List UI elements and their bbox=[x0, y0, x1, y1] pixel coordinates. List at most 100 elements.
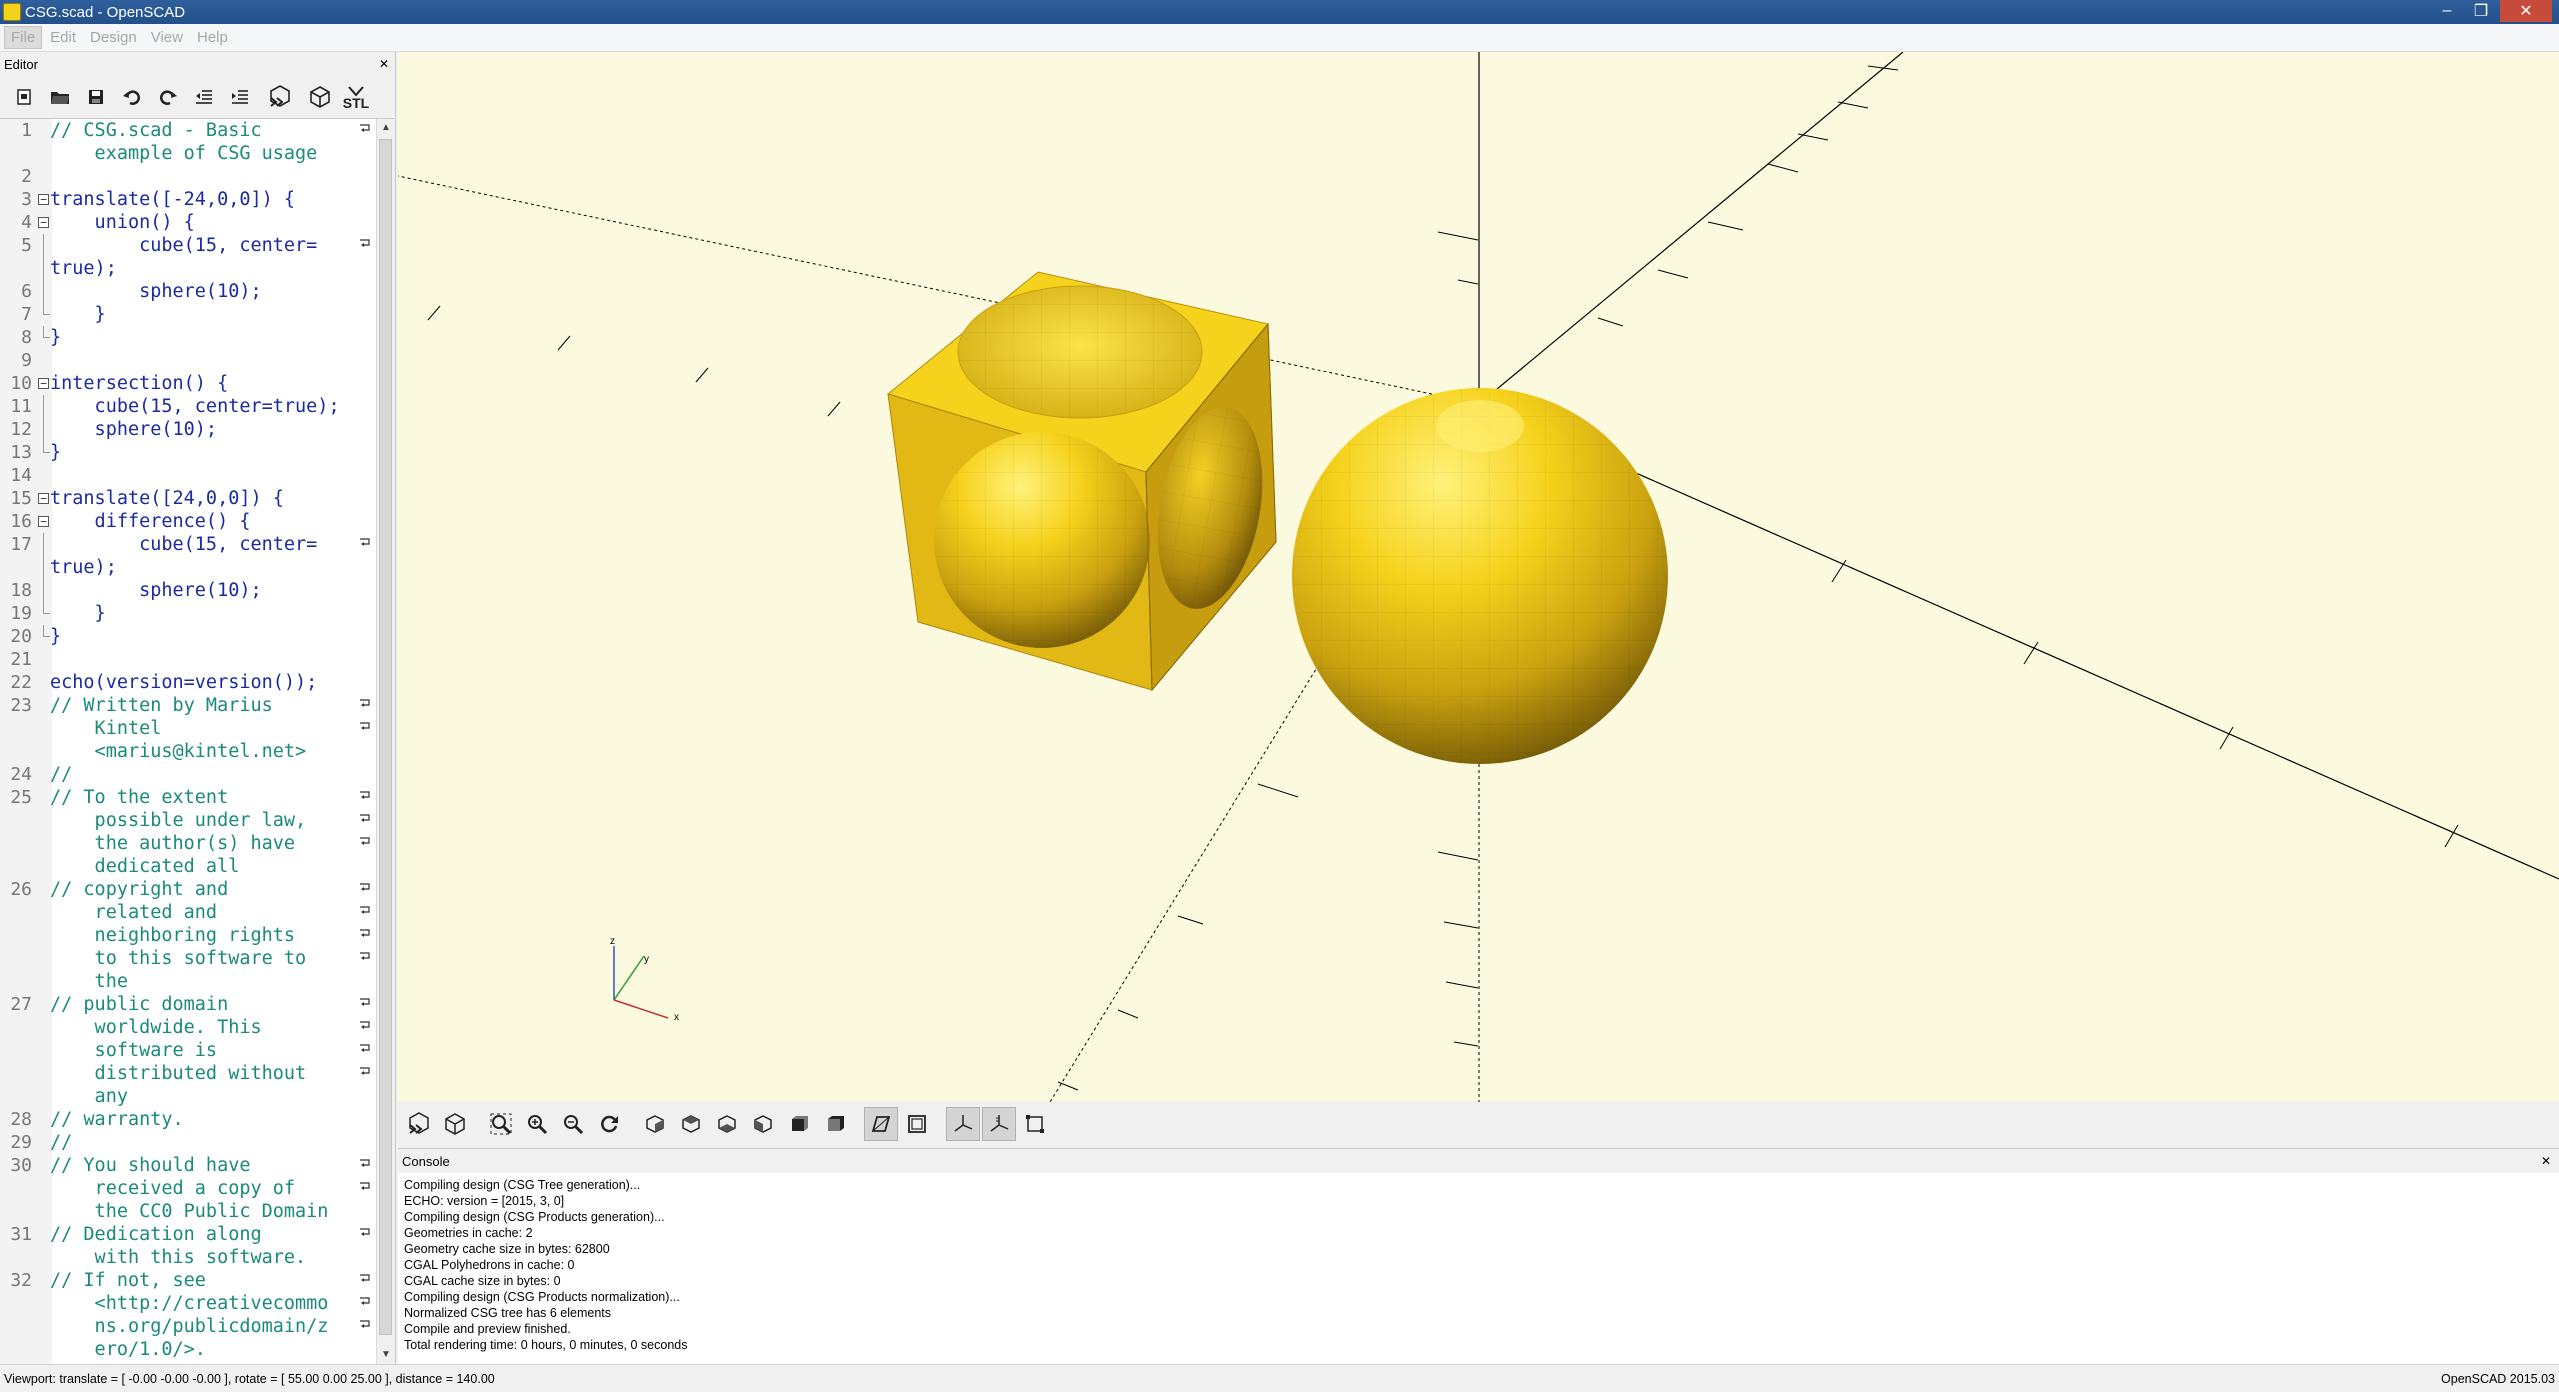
zoom-out-icon[interactable] bbox=[556, 1107, 590, 1141]
view-back-icon[interactable] bbox=[818, 1107, 852, 1141]
code-line[interactable]: received a copy of bbox=[0, 1177, 376, 1200]
code-line[interactable]: the bbox=[0, 970, 376, 993]
menu-file[interactable]: File bbox=[4, 26, 43, 49]
view-right-icon[interactable] bbox=[638, 1107, 672, 1141]
code-line[interactable]: 25 // To the extent bbox=[0, 786, 376, 809]
restore-button[interactable]: ❐ bbox=[2464, 0, 2498, 22]
show-axes-icon[interactable] bbox=[946, 1107, 980, 1141]
code-line[interactable]: software is bbox=[0, 1039, 376, 1062]
view-left-icon[interactable] bbox=[746, 1107, 780, 1141]
view-top-icon[interactable] bbox=[674, 1107, 708, 1141]
minimize-button[interactable]: – bbox=[2430, 0, 2464, 22]
code-line[interactable]: 21 bbox=[0, 648, 376, 671]
code-line[interactable]: 32 // If not, see bbox=[0, 1269, 376, 1292]
console-close-button[interactable]: ✕ bbox=[2541, 1154, 2551, 1168]
redo-icon[interactable] bbox=[152, 81, 184, 113]
code-line[interactable]: the CC0 Public Domain bbox=[0, 1200, 376, 1223]
scroll-up-arrow-icon[interactable]: ▲ bbox=[377, 119, 395, 137]
preview-icon[interactable] bbox=[260, 81, 300, 113]
code-line[interactable]: true); bbox=[0, 257, 376, 280]
show-edges-icon[interactable] bbox=[1018, 1107, 1052, 1141]
code-line[interactable]: 12 sphere(10); bbox=[0, 418, 376, 441]
render-icon[interactable] bbox=[438, 1107, 472, 1141]
code-line[interactable]: 4− union() { bbox=[0, 211, 376, 234]
zoom-in-icon[interactable] bbox=[520, 1107, 554, 1141]
code-line[interactable]: ero/1.0/>. bbox=[0, 1338, 376, 1361]
code-line[interactable]: 10− intersection() { bbox=[0, 372, 376, 395]
fold-toggle-icon[interactable]: − bbox=[38, 378, 49, 389]
indent-icon[interactable] bbox=[224, 81, 256, 113]
editor-close-button[interactable]: ✕ bbox=[379, 57, 389, 71]
reset-view-icon[interactable] bbox=[592, 1107, 626, 1141]
code-line[interactable]: 19 } bbox=[0, 602, 376, 625]
code-line[interactable]: 15− translate([24,0,0]) { bbox=[0, 487, 376, 510]
code-line[interactable]: 30 // You should have bbox=[0, 1154, 376, 1177]
fold-marker[interactable]: − bbox=[34, 211, 50, 234]
code-line[interactable]: neighboring rights bbox=[0, 924, 376, 947]
code-line[interactable]: 8} bbox=[0, 326, 376, 349]
code-line[interactable]: Kintel bbox=[0, 717, 376, 740]
code-line[interactable]: 9 bbox=[0, 349, 376, 372]
code-line[interactable]: 23 // Written by Marius bbox=[0, 694, 376, 717]
fold-marker[interactable]: − bbox=[34, 510, 50, 533]
fold-marker[interactable]: − bbox=[34, 188, 50, 211]
code-line[interactable]: to this software to bbox=[0, 947, 376, 970]
code-line[interactable]: the author(s) have bbox=[0, 832, 376, 855]
console-output[interactable]: Compiling design (CSG Tree generation)..… bbox=[398, 1173, 2559, 1365]
code-line[interactable]: 11 cube(15, center=true); bbox=[0, 395, 376, 418]
fold-toggle-icon[interactable]: − bbox=[38, 217, 49, 228]
view-all-icon[interactable] bbox=[484, 1107, 518, 1141]
fold-toggle-icon[interactable]: − bbox=[38, 516, 49, 527]
code-line[interactable]: <http://creativecommo bbox=[0, 1292, 376, 1315]
unindent-icon[interactable] bbox=[188, 81, 220, 113]
code-line[interactable]: 28 // warranty. bbox=[0, 1108, 376, 1131]
code-line[interactable]: ns.org/publicdomain/z bbox=[0, 1315, 376, 1338]
fold-toggle-icon[interactable]: − bbox=[38, 493, 49, 504]
code-line[interactable]: example of CSG usage bbox=[0, 142, 376, 165]
code-line[interactable]: true); bbox=[0, 556, 376, 579]
editor-scrollbar[interactable]: ▲ ▼ bbox=[376, 119, 394, 1364]
code-editor[interactable]: 1 // CSG.scad - Basic example of CSG usag… bbox=[0, 118, 394, 1364]
menu-design[interactable]: Design bbox=[84, 27, 143, 48]
code-line[interactable]: 31 // Dedication along bbox=[0, 1223, 376, 1246]
preview-icon[interactable] bbox=[402, 1107, 436, 1141]
scroll-thumb[interactable] bbox=[379, 139, 392, 1335]
menu-help[interactable]: Help bbox=[191, 27, 234, 48]
code-line[interactable]: 6 sphere(10); bbox=[0, 280, 376, 303]
code-line[interactable]: 13} bbox=[0, 441, 376, 464]
new-file-icon[interactable] bbox=[8, 81, 40, 113]
code-line[interactable]: 24 // bbox=[0, 763, 376, 786]
code-line[interactable]: 1 // CSG.scad - Basic bbox=[0, 119, 376, 142]
code-line[interactable]: 3− translate([-24,0,0]) { bbox=[0, 188, 376, 211]
undo-icon[interactable] bbox=[116, 81, 148, 113]
code-line[interactable]: worldwide. This bbox=[0, 1016, 376, 1039]
fold-marker[interactable]: − bbox=[34, 487, 50, 510]
code-line[interactable]: any bbox=[0, 1085, 376, 1108]
code-line[interactable]: 18 sphere(10); bbox=[0, 579, 376, 602]
code-line[interactable]: 27 // public domain bbox=[0, 993, 376, 1016]
code-line[interactable]: 17 cube(15, center= bbox=[0, 533, 376, 556]
code-line[interactable]: 7 } bbox=[0, 303, 376, 326]
code-line[interactable]: with this software. bbox=[0, 1246, 376, 1269]
open-folder-icon[interactable] bbox=[44, 81, 76, 113]
code-line[interactable]: 14 bbox=[0, 464, 376, 487]
scroll-down-arrow-icon[interactable]: ▼ bbox=[377, 1346, 395, 1364]
fold-toggle-icon[interactable]: − bbox=[38, 194, 49, 205]
orthogonal-icon[interactable] bbox=[900, 1107, 934, 1141]
show-scale-markers-icon[interactable] bbox=[982, 1107, 1016, 1141]
code-line[interactable]: related and bbox=[0, 901, 376, 924]
code-line[interactable]: distributed without bbox=[0, 1062, 376, 1085]
save-icon[interactable] bbox=[80, 81, 112, 113]
code-line[interactable]: 2 bbox=[0, 165, 376, 188]
code-line[interactable]: 26 // copyright and bbox=[0, 878, 376, 901]
code-line[interactable]: 20} bbox=[0, 625, 376, 648]
code-line[interactable]: 5 cube(15, center= bbox=[0, 234, 376, 257]
code-line[interactable]: dedicated all bbox=[0, 855, 376, 878]
code-line[interactable]: 22 echo(version=version()); bbox=[0, 671, 376, 694]
menu-view[interactable]: View bbox=[145, 27, 189, 48]
code-line[interactable]: 29 // bbox=[0, 1131, 376, 1154]
code-line[interactable]: <marius@kintel.net> bbox=[0, 740, 376, 763]
view-bottom-icon[interactable] bbox=[710, 1107, 744, 1141]
view-front-icon[interactable] bbox=[782, 1107, 816, 1141]
perspective-icon[interactable] bbox=[864, 1107, 898, 1141]
